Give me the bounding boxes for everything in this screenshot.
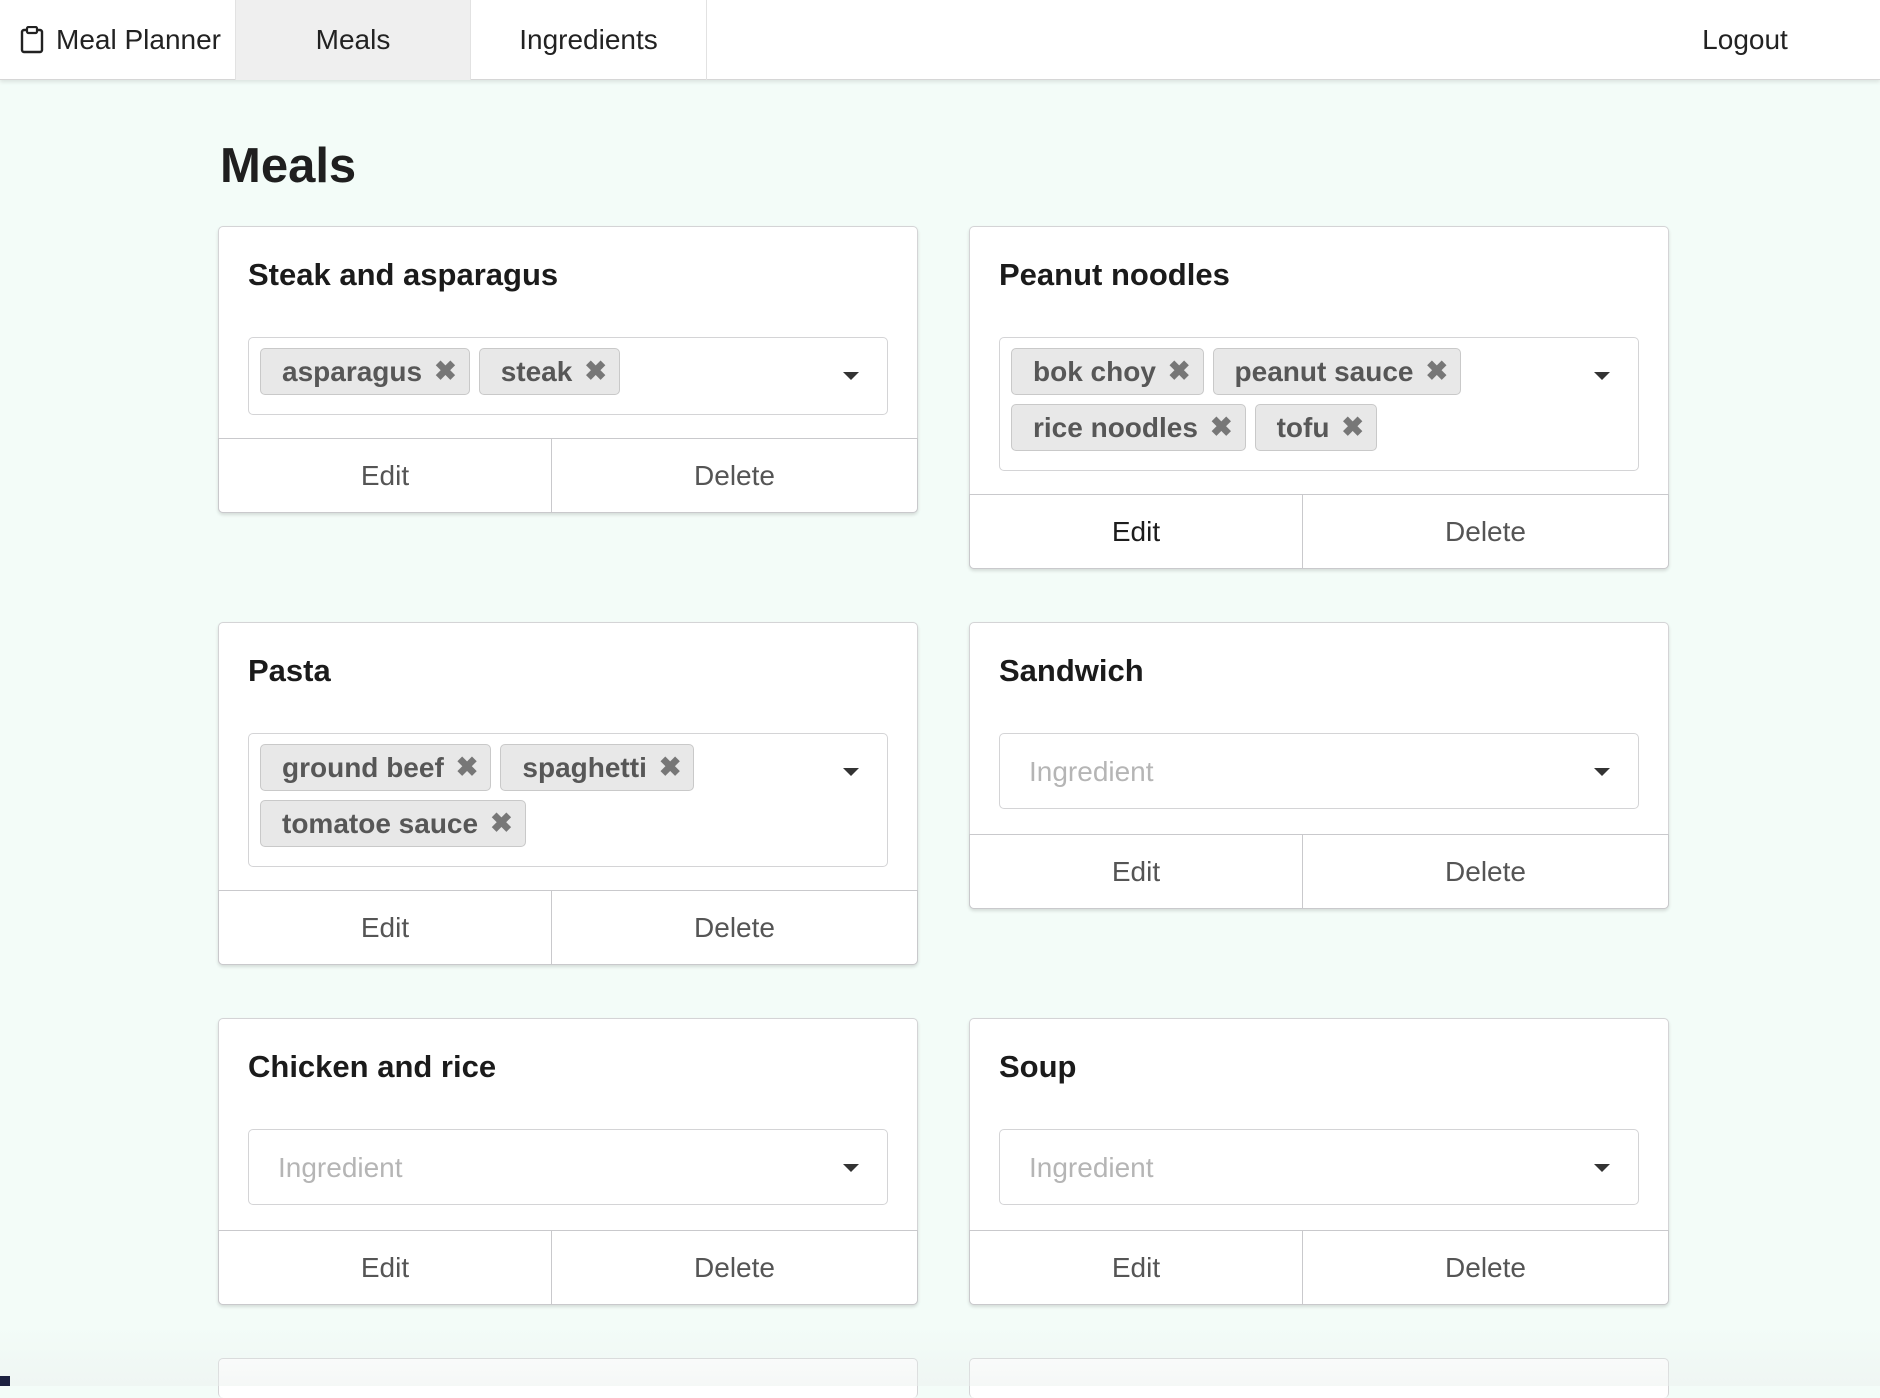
ingredient-multiselect[interactable]: ground beef ✖ spaghetti ✖ tomatoe sauce … bbox=[248, 733, 888, 867]
ingredient-chip: ground beef ✖ bbox=[260, 744, 491, 791]
edit-button[interactable]: Edit bbox=[970, 835, 1303, 908]
ingredient-chip: tomatoe sauce ✖ bbox=[260, 800, 526, 847]
remove-icon[interactable]: ✖ bbox=[1210, 412, 1233, 443]
dropdown-caret-icon[interactable] bbox=[1594, 768, 1610, 776]
delete-button[interactable]: Delete bbox=[552, 439, 917, 512]
dropdown-caret-icon[interactable] bbox=[843, 372, 859, 380]
remove-icon[interactable]: ✖ bbox=[659, 752, 682, 783]
remove-icon[interactable]: ✖ bbox=[434, 356, 457, 387]
meal-title: Steak and asparagus bbox=[248, 257, 558, 293]
delete-button[interactable]: Delete bbox=[552, 891, 917, 964]
edit-button[interactable]: Edit bbox=[219, 891, 552, 964]
edit-button[interactable]: Edit bbox=[219, 439, 552, 512]
ingredient-multiselect[interactable]: Ingredient bbox=[999, 1129, 1639, 1205]
delete-button[interactable]: Delete bbox=[1303, 835, 1668, 908]
delete-button[interactable]: Delete bbox=[1303, 1231, 1668, 1304]
dropdown-caret-icon[interactable] bbox=[843, 768, 859, 776]
meal-card: Soup Ingredient Edit Delete bbox=[969, 1018, 1669, 1305]
ingredient-chip: peanut sauce ✖ bbox=[1213, 348, 1462, 395]
card-actions: Edit Delete bbox=[969, 834, 1669, 909]
meal-card: Chicken and rice Ingredient Edit Delete bbox=[218, 1018, 918, 1305]
ingredient-chip-label: peanut sauce bbox=[1235, 356, 1414, 388]
window-corner bbox=[0, 1376, 10, 1386]
ingredient-chip-label: steak bbox=[501, 356, 573, 388]
meal-title: Sandwich bbox=[999, 653, 1144, 689]
nav-tab-ingredients[interactable]: Ingredients bbox=[471, 0, 707, 80]
nav-tab-ingredients-label: Ingredients bbox=[519, 24, 658, 56]
ingredient-chip: rice noodles ✖ bbox=[1011, 404, 1246, 451]
ingredient-chip-label: ground beef bbox=[282, 752, 444, 784]
remove-icon[interactable]: ✖ bbox=[1426, 356, 1449, 387]
edit-button[interactable]: Edit bbox=[970, 1231, 1303, 1304]
edit-button[interactable]: Edit bbox=[970, 495, 1303, 568]
ingredient-chip: tofu ✖ bbox=[1255, 404, 1377, 451]
ingredient-chip: steak ✖ bbox=[479, 348, 620, 395]
logout-link[interactable]: Logout bbox=[1680, 0, 1810, 80]
logout-label: Logout bbox=[1702, 24, 1788, 56]
ingredient-placeholder: Ingredient bbox=[278, 1152, 403, 1184]
card-actions: Edit Delete bbox=[218, 890, 918, 965]
remove-icon[interactable]: ✖ bbox=[1341, 412, 1364, 443]
meal-card: Steak and asparagus asparagus ✖ steak ✖ … bbox=[218, 226, 918, 513]
remove-icon[interactable]: ✖ bbox=[456, 752, 479, 783]
page-title: Meals bbox=[220, 138, 356, 194]
ingredient-placeholder: Ingredient bbox=[1029, 756, 1154, 788]
ingredient-chip-label: rice noodles bbox=[1033, 412, 1198, 444]
remove-icon[interactable]: ✖ bbox=[490, 808, 513, 839]
ingredient-multiselect[interactable]: bok choy ✖ peanut sauce ✖ rice noodles ✖… bbox=[999, 337, 1639, 471]
remove-icon[interactable]: ✖ bbox=[584, 356, 607, 387]
ingredient-chip-label: bok choy bbox=[1033, 356, 1156, 388]
ingredient-multiselect[interactable]: Ingredient bbox=[999, 733, 1639, 809]
meal-title: Soup bbox=[999, 1049, 1077, 1085]
ingredient-placeholder: Ingredient bbox=[1029, 1152, 1154, 1184]
nav-brand[interactable]: Meal Planner bbox=[0, 0, 235, 80]
card-actions: Edit Delete bbox=[969, 1230, 1669, 1305]
card-actions: Edit Delete bbox=[218, 1230, 918, 1305]
dropdown-caret-icon[interactable] bbox=[1594, 1164, 1610, 1172]
ingredient-chip: spaghetti ✖ bbox=[500, 744, 694, 791]
meal-title: Pasta bbox=[248, 653, 331, 689]
ingredient-chip: bok choy ✖ bbox=[1011, 348, 1204, 395]
ingredient-chip-label: asparagus bbox=[282, 356, 422, 388]
meal-title: Peanut noodles bbox=[999, 257, 1230, 293]
delete-button[interactable]: Delete bbox=[1303, 495, 1668, 568]
card-actions: Edit Delete bbox=[969, 494, 1669, 569]
ingredient-multiselect[interactable]: asparagus ✖ steak ✖ bbox=[248, 337, 888, 415]
dropdown-caret-icon[interactable] bbox=[1594, 372, 1610, 380]
meal-card: Pasta ground beef ✖ spaghetti ✖ tomatoe … bbox=[218, 622, 918, 965]
ingredient-multiselect[interactable]: Ingredient bbox=[248, 1129, 888, 1205]
ingredient-chip-label: spaghetti bbox=[522, 752, 646, 784]
ingredient-chip-label: tofu bbox=[1277, 412, 1330, 444]
ingredient-chip-label: tomatoe sauce bbox=[282, 808, 478, 840]
clipboard-icon bbox=[20, 26, 44, 54]
dropdown-caret-icon[interactable] bbox=[843, 1164, 859, 1172]
top-navbar: Meal Planner Meals Ingredients Logout bbox=[0, 0, 1880, 80]
nav-tab-meals-label: Meals bbox=[316, 24, 391, 56]
edit-button[interactable]: Edit bbox=[219, 1231, 552, 1304]
meal-card: Sandwich Ingredient Edit Delete bbox=[969, 622, 1669, 909]
remove-icon[interactable]: ✖ bbox=[1168, 356, 1191, 387]
bottom-shadow bbox=[0, 1326, 1880, 1386]
nav-tab-meals[interactable]: Meals bbox=[235, 0, 471, 80]
meal-card: Peanut noodles bok choy ✖ peanut sauce ✖… bbox=[969, 226, 1669, 569]
card-actions: Edit Delete bbox=[218, 438, 918, 513]
ingredient-chip: asparagus ✖ bbox=[260, 348, 470, 395]
brand-label: Meal Planner bbox=[56, 24, 221, 56]
delete-button[interactable]: Delete bbox=[552, 1231, 917, 1304]
meal-title: Chicken and rice bbox=[248, 1049, 496, 1085]
